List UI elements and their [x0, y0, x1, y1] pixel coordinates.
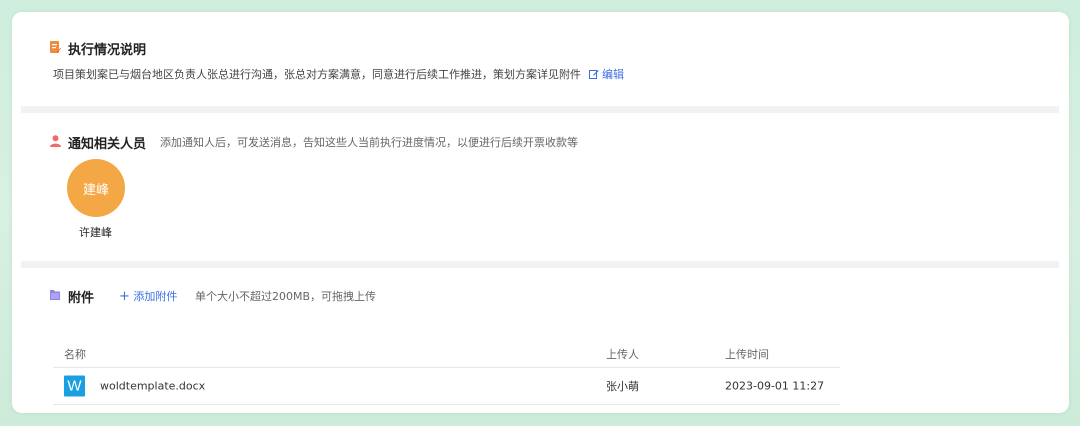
edit-icon [588, 70, 599, 79]
word-file-icon: W [64, 375, 85, 397]
execution-text: 项目策划案已与烟台地区负责人张总进行沟通，张总对方案满意，同意进行后续工作推进，… [53, 68, 581, 81]
avatar[interactable]: 建峰 [67, 159, 125, 217]
person-name: 许建峰 [79, 226, 112, 239]
folder-icon [50, 290, 60, 300]
detail-card: 执行情况说明 项目策划案已与烟台地区负责人张总进行沟通，张总对方案满意，同意进行… [12, 12, 1069, 413]
execution-description: 项目策划案已与烟台地区负责人张总进行沟通，张总对方案满意，同意进行后续工作推进，… [53, 66, 624, 82]
document-edit-icon [50, 41, 61, 53]
attachments-hint: 单个大小不超过200MB，可拖拽上传 [195, 290, 377, 303]
file-name[interactable]: woldtemplate.docx [100, 380, 205, 393]
edit-link[interactable]: 编辑 [588, 68, 624, 81]
file-upload-time: 2023-09-01 11:27 [725, 379, 825, 393]
plus-icon: + [119, 289, 130, 304]
add-attachment-button[interactable]: + 添加附件 [119, 288, 177, 304]
edit-label: 编辑 [602, 68, 624, 81]
column-name: 名称 [64, 348, 86, 361]
section-divider [21, 261, 1059, 268]
section-divider [21, 106, 1059, 113]
notify-title: 通知相关人员 [68, 137, 147, 152]
table-row[interactable]: W woldtemplate.docx 张小萌 2023-09-01 11:27 [53, 368, 840, 405]
column-uploader: 上传人 [606, 348, 639, 361]
table-header: 名称 上传人 上传时间 [53, 341, 840, 368]
file-uploader: 张小萌 [606, 380, 639, 393]
attachments-title: 附件 [68, 291, 95, 306]
column-time: 上传时间 [725, 348, 769, 361]
execution-title: 执行情况说明 [68, 43, 147, 58]
add-attachment-label: 添加附件 [133, 290, 178, 303]
attachments-table: 名称 上传人 上传时间 W woldtemplate.docx 张小萌 2023… [53, 341, 840, 405]
notify-hint: 添加通知人后，可发送消息，告知这些人当前执行进度情况，以便进行后续开票收款等 [160, 136, 578, 149]
person-icon [50, 135, 61, 147]
